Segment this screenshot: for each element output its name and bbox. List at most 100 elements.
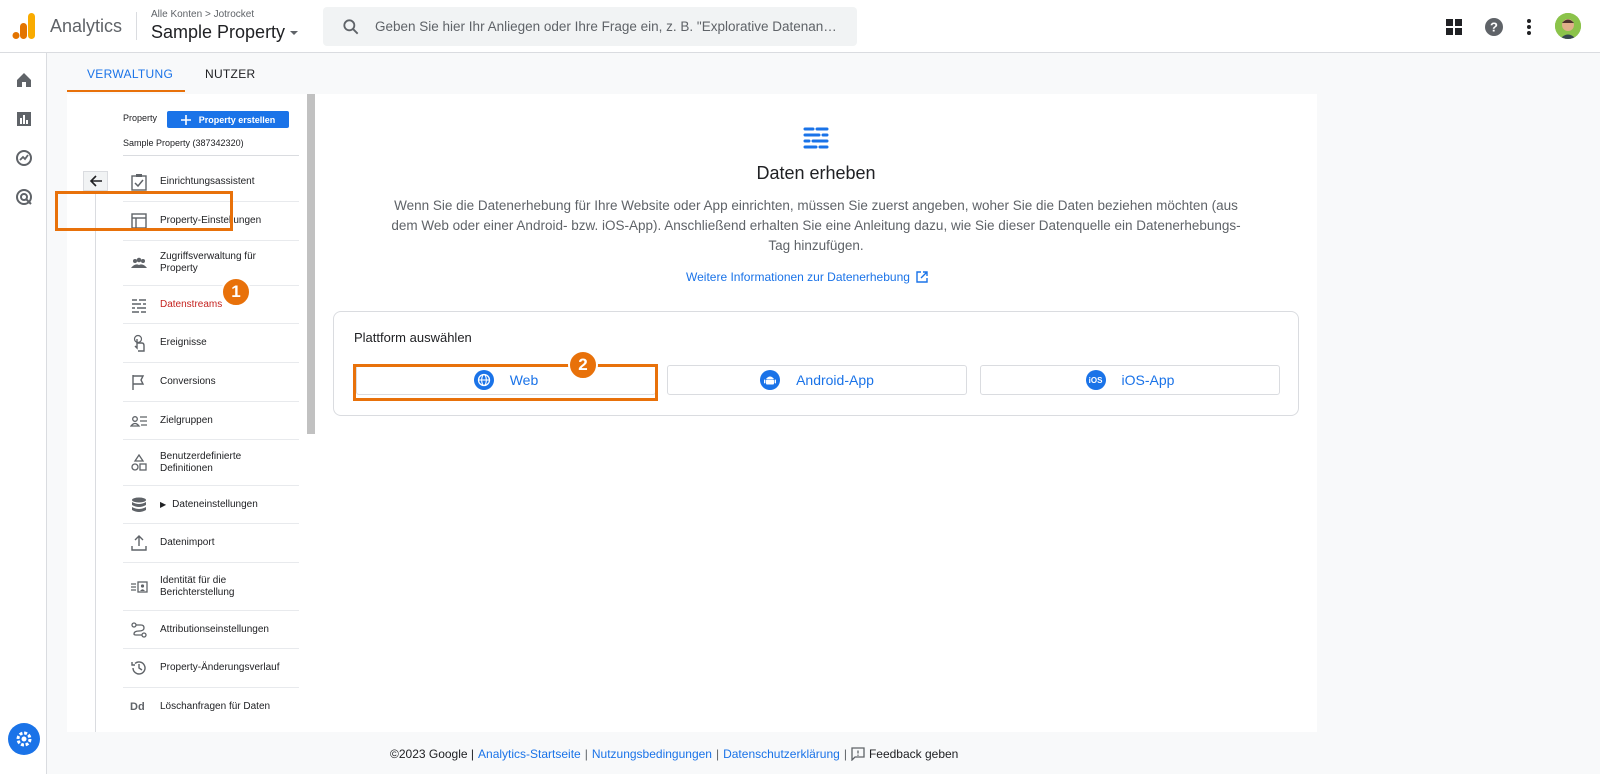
footer-copyright: ©2023 Google | xyxy=(390,747,475,761)
more-info-link[interactable]: Weitere Informationen zur Datenerhebung xyxy=(686,270,928,284)
user-face-icon xyxy=(1555,13,1581,39)
nav-item-identitaet[interactable]: Identität für die Berichterstellung xyxy=(123,563,299,611)
ios-platform-button[interactable]: iOS iOS-App xyxy=(980,365,1280,395)
tab-nutzer[interactable]: NUTZER xyxy=(185,62,275,92)
nav-item-loeschanfragen[interactable]: Dd Löschanfragen für Daten xyxy=(123,688,299,726)
app-name: Analytics xyxy=(50,16,123,36)
flag-icon xyxy=(132,375,145,390)
nav-item-zielgruppen[interactable]: Zielgruppen xyxy=(123,402,299,440)
page-description: Wenn Sie die Datenerhebung für Ihre Webs… xyxy=(391,198,1241,253)
search-icon xyxy=(343,18,359,34)
attribution-icon xyxy=(131,621,147,638)
breadcrumb-root[interactable]: Alle Konten xyxy=(151,9,202,20)
advertising-icon[interactable] xyxy=(14,187,34,207)
svg-text:?: ? xyxy=(1490,20,1498,35)
nav-tree-line xyxy=(95,191,96,732)
more-info-link-label: Weitere Informationen zur Datenerhebung xyxy=(686,270,910,284)
property-selector[interactable]: Sample Property xyxy=(151,22,299,43)
nav-item-text: Dateneinstellungen xyxy=(172,498,258,510)
property-nav: Property Property erstellen Sample Prope… xyxy=(67,94,317,732)
nav-item-datenimport[interactable]: Datenimport xyxy=(123,524,299,563)
gear-icon xyxy=(16,731,32,747)
nav-item-attributionseinstellungen[interactable]: Attributionseinstellungen xyxy=(123,611,299,649)
database-icon xyxy=(132,497,146,512)
nav-scrollbar[interactable] xyxy=(307,94,315,434)
android-platform-button[interactable]: Android-App xyxy=(667,365,967,395)
nav-item-label: ▶ Dateneinstellungen xyxy=(160,499,258,511)
apps-grid-icon[interactable] xyxy=(1443,16,1465,38)
nav-item-label: Property-Änderungsverlauf xyxy=(160,662,280,673)
android-icon xyxy=(760,370,781,390)
header-divider xyxy=(136,12,137,40)
search-bar[interactable]: Geben Sie hier Ihr Anliegen oder Ihre Fr… xyxy=(323,7,857,46)
highlight-datenstreams xyxy=(55,191,233,231)
analytics-logo-icon[interactable] xyxy=(12,13,36,39)
plus-icon xyxy=(180,114,191,125)
footer: ©2023 Google | Analytics-Startseite | Nu… xyxy=(390,747,958,761)
nav-item-label: Conversions xyxy=(160,376,216,387)
nav-item-label: Benutzerdefinierte Definitionen xyxy=(160,450,242,474)
footer-separator: | xyxy=(843,747,847,761)
avatar[interactable] xyxy=(1555,13,1581,39)
nav-item-ereignisse[interactable]: Ereignisse xyxy=(123,324,299,363)
property-name: Sample Property (387342320) xyxy=(123,138,244,148)
breadcrumb[interactable]: Alle Konten > Jotrocket xyxy=(151,9,254,20)
streams-icon xyxy=(132,298,146,313)
data-streams-icon xyxy=(803,127,829,149)
touch-icon xyxy=(133,334,145,352)
feedback-icon xyxy=(851,747,865,761)
highlight-web xyxy=(353,364,658,401)
nav-item-label: Löschanfragen für Daten xyxy=(160,701,271,712)
create-property-label: Property erstellen xyxy=(198,114,276,125)
divider xyxy=(123,155,299,156)
chevron-right-icon: > xyxy=(204,9,214,20)
upload-icon xyxy=(131,535,147,551)
page-title: Daten erheben xyxy=(756,163,876,183)
search-input[interactable]: Geben Sie hier Ihr Anliegen oder Ihre Fr… xyxy=(375,19,855,34)
property-selector-label: Sample Property xyxy=(151,22,286,42)
footer-separator: | xyxy=(584,747,588,761)
platform-label: Plattform auswählen xyxy=(354,330,472,345)
feedback-button[interactable]: Feedback geben xyxy=(851,747,958,761)
history-icon xyxy=(131,661,146,675)
caret-right-icon[interactable]: ▶ xyxy=(160,500,166,509)
dd-icon: Dd xyxy=(130,701,145,713)
nav-item-datenstreams[interactable]: Datenstreams xyxy=(123,286,299,324)
step-badge-2: 2 xyxy=(568,350,598,380)
create-property-button[interactable]: Property erstellen xyxy=(167,111,289,128)
footer-link-startseite[interactable]: Analytics-Startseite xyxy=(478,747,581,761)
admin-gear-button[interactable] xyxy=(8,723,40,755)
people-icon xyxy=(131,257,147,268)
ios-icon: iOS xyxy=(1085,370,1106,390)
nav-item-dateneinstellungen[interactable]: ▶ Dateneinstellungen xyxy=(123,486,299,524)
home-icon[interactable] xyxy=(14,70,34,90)
nav-item-label: Datenimport xyxy=(160,537,215,548)
nav-item-zugriffsverwaltung[interactable]: Zugriffsverwaltung für Property xyxy=(123,241,299,286)
nav-item-label: Attributionseinstellungen xyxy=(160,623,269,635)
left-rail xyxy=(0,53,47,774)
nav-item-aenderungsverlauf[interactable]: Property-Änderungsverlauf xyxy=(123,649,299,688)
nav-item-label: Ereignisse xyxy=(160,337,207,348)
footer-link-nutzungsbedingungen[interactable]: Nutzungsbedingungen xyxy=(592,747,712,761)
open-in-new-icon xyxy=(916,271,928,283)
top-bar: Analytics Alle Konten > Jotrocket Sample… xyxy=(0,0,1600,53)
ios-platform-label: iOS-App xyxy=(1121,372,1175,388)
nav-item-benutzerdefinierte-definitionen[interactable]: Benutzerdefinierte Definitionen xyxy=(123,440,299,486)
footer-separator: | xyxy=(715,747,720,761)
step-badge-1: 1 xyxy=(221,277,251,307)
nav-item-conversions[interactable]: Conversions xyxy=(123,363,299,402)
property-label: Property xyxy=(123,113,158,123)
android-platform-label: Android-App xyxy=(796,372,874,388)
shapes-icon xyxy=(131,453,147,471)
nav-item-label: Datenstreams xyxy=(160,298,223,310)
help-icon[interactable]: ? xyxy=(1483,16,1505,38)
footer-link-datenschutz[interactable]: Datenschutzerklärung xyxy=(723,747,840,761)
more-vert-icon[interactable] xyxy=(1518,16,1540,38)
caret-down-icon xyxy=(290,30,299,35)
nav-item-label: Zielgruppen xyxy=(160,414,213,426)
reports-icon[interactable] xyxy=(14,109,34,129)
breadcrumb-account[interactable]: Jotrocket xyxy=(214,9,255,20)
audience-icon xyxy=(130,415,147,427)
identity-icon xyxy=(131,580,148,593)
tab-verwaltung[interactable]: VERWALTUNG xyxy=(67,62,185,92)
